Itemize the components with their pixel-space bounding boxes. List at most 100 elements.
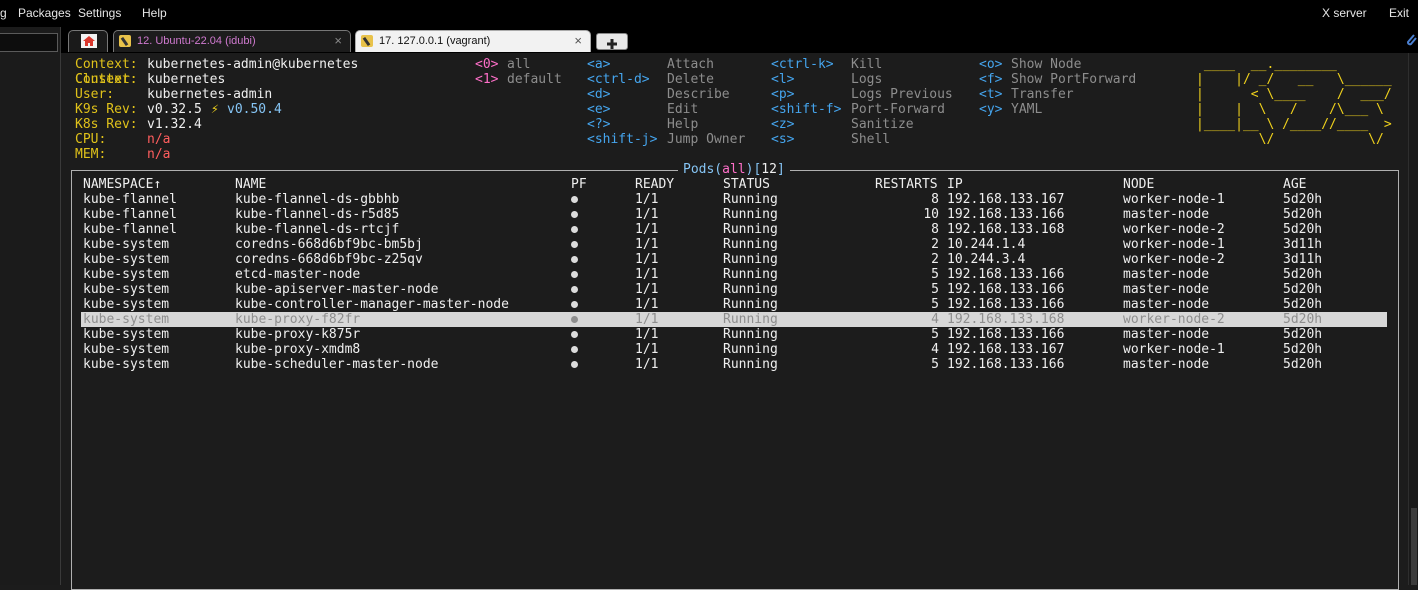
exit-button[interactable]: Exit xyxy=(1389,6,1409,20)
keybind-key[interactable]: <shift-f> xyxy=(771,102,841,117)
keybind-key[interactable]: <z> xyxy=(771,117,794,132)
cell-node: master-node xyxy=(1123,327,1210,342)
terminal-scrollbar[interactable] xyxy=(1408,53,1418,585)
cell-node: worker-node-1 xyxy=(1123,192,1225,207)
cluster-value: kubernetes xyxy=(147,72,226,87)
cell-pf xyxy=(571,327,578,342)
menu-item-settings[interactable]: Settings xyxy=(78,6,121,20)
cell-ready: 1/1 xyxy=(635,252,659,267)
k9s-logo-line: ____ __.________ xyxy=(1196,57,1392,72)
close-icon[interactable]: × xyxy=(574,33,582,48)
cell-node: worker-node-2 xyxy=(1123,312,1225,327)
cell-restarts: 5 xyxy=(931,327,939,342)
tab-ubuntu[interactable]: 12. Ubuntu-22.04 (idubi) × xyxy=(113,30,351,52)
keybind-key[interactable]: <y> xyxy=(979,102,1002,117)
x-server-button[interactable]: X server xyxy=(1322,6,1367,20)
cell-name: coredns-668d6bf9bc-z25qv xyxy=(235,252,423,267)
menu-item-help[interactable]: Help xyxy=(142,6,167,20)
cell-ip: 192.168.133.168 xyxy=(947,312,1065,327)
tab-vagrant[interactable]: 17. 127.0.0.1 (vagrant) × xyxy=(355,30,591,52)
cell-node: master-node xyxy=(1123,207,1210,222)
column-header-node[interactable]: NODE xyxy=(1123,177,1154,192)
cell-ready: 1/1 xyxy=(635,222,659,237)
cell-restarts: 5 xyxy=(931,282,939,297)
keybind-key[interactable]: <d> xyxy=(587,87,610,102)
cell-ip: 10.244.3.4 xyxy=(947,252,1026,267)
keybind-action: Logs xyxy=(851,72,883,87)
keybind-action: Describe xyxy=(667,87,730,102)
cell-node: worker-node-2 xyxy=(1123,222,1225,237)
column-header-name[interactable]: NAME xyxy=(235,177,266,192)
keybind-key[interactable]: <s> xyxy=(771,132,794,147)
cell-name: etcd-master-node xyxy=(235,267,361,282)
port-forward-dot-icon xyxy=(571,211,578,218)
cell-pf xyxy=(571,237,578,252)
home-icon xyxy=(81,34,97,48)
ns-shortcut-key[interactable]: <1> xyxy=(475,72,498,87)
port-forward-dot-icon xyxy=(571,226,578,233)
cell-age: 5d20h xyxy=(1283,327,1323,342)
column-header-ready[interactable]: READY xyxy=(635,177,674,192)
new-tab-button[interactable] xyxy=(596,33,628,50)
scroll-thumb[interactable] xyxy=(1411,508,1417,585)
cell-restarts: 2 xyxy=(931,237,939,252)
cell-pf xyxy=(571,207,578,222)
keybind-key[interactable]: <l> xyxy=(771,72,794,87)
cell-status: Running xyxy=(723,237,778,252)
cell-age: 3d11h xyxy=(1283,252,1323,267)
cell-node: master-node xyxy=(1123,282,1210,297)
cell-ip: 192.168.133.167 xyxy=(947,342,1065,357)
keybind-key[interactable]: <?> xyxy=(587,117,610,132)
column-header-status[interactable]: STATUS xyxy=(723,177,770,192)
keybind-key[interactable]: <ctrl-k> xyxy=(771,57,834,72)
keybind-key[interactable]: <t> xyxy=(979,87,1002,102)
menu-item-partial[interactable]: g xyxy=(0,6,7,20)
column-header-age[interactable]: AGE xyxy=(1283,177,1306,192)
home-tab[interactable] xyxy=(68,30,108,52)
paperclip-icon[interactable] xyxy=(1404,32,1418,48)
cell-restarts: 8 xyxy=(931,222,939,237)
cell-age: 5d20h xyxy=(1283,192,1323,207)
cell-ip: 192.168.133.166 xyxy=(947,357,1065,372)
column-header-pf[interactable]: PF xyxy=(571,177,587,192)
keybind-key[interactable]: <ctrl-d> xyxy=(587,72,650,87)
ns-shortcut-key[interactable]: <0> xyxy=(475,57,498,72)
cell-namespace: kube-system xyxy=(83,237,170,252)
keybind-action: Show Node xyxy=(1011,57,1082,72)
column-header-restarts[interactable]: RESTARTS xyxy=(875,177,938,192)
cell-ready: 1/1 xyxy=(635,267,659,282)
column-header-namespace[interactable]: NAMESPACE↑ xyxy=(83,177,161,192)
user-label: User: xyxy=(75,87,115,102)
cell-status: Running xyxy=(723,312,778,327)
sidebar-input[interactable] xyxy=(0,33,58,52)
port-forward-dot-icon xyxy=(571,286,578,293)
cell-namespace: kube-system xyxy=(83,357,170,372)
cell-node: worker-node-1 xyxy=(1123,237,1225,252)
cell-name: kube-apiserver-master-node xyxy=(235,282,439,297)
keybind-action: Edit xyxy=(667,102,699,117)
menu-item-packages[interactable]: Packages xyxy=(18,6,71,20)
cell-pf xyxy=(571,282,578,297)
keybind-key[interactable]: <f> xyxy=(979,72,1002,87)
k9s-rev-value: v0.32.5 xyxy=(147,102,202,117)
keybind-key[interactable]: <p> xyxy=(771,87,794,102)
keybind-key[interactable]: <e> xyxy=(587,102,610,117)
cell-age: 5d20h xyxy=(1283,282,1323,297)
mem-label: MEM: xyxy=(75,147,107,162)
cpu-label: CPU: xyxy=(75,132,107,147)
cell-status: Running xyxy=(723,267,778,282)
cell-namespace: kube-system xyxy=(83,267,170,282)
cell-status: Running xyxy=(723,357,778,372)
cell-name: kube-proxy-xmdm8 xyxy=(235,342,361,357)
keybind-action: YAML xyxy=(1011,102,1043,117)
cell-node: worker-node-1 xyxy=(1123,342,1225,357)
cell-ip: 192.168.133.166 xyxy=(947,327,1065,342)
keybind-key[interactable]: <o> xyxy=(979,57,1002,72)
keybind-key[interactable]: <shift-j> xyxy=(587,132,657,147)
cell-node: master-node xyxy=(1123,267,1210,282)
cell-name: kube-scheduler-master-node xyxy=(235,357,439,372)
column-header-ip[interactable]: IP xyxy=(947,177,963,192)
close-icon[interactable]: × xyxy=(334,33,342,48)
tab-label: 12. Ubuntu-22.04 (idubi) xyxy=(137,35,256,47)
keybind-key[interactable]: <a> xyxy=(587,57,610,72)
